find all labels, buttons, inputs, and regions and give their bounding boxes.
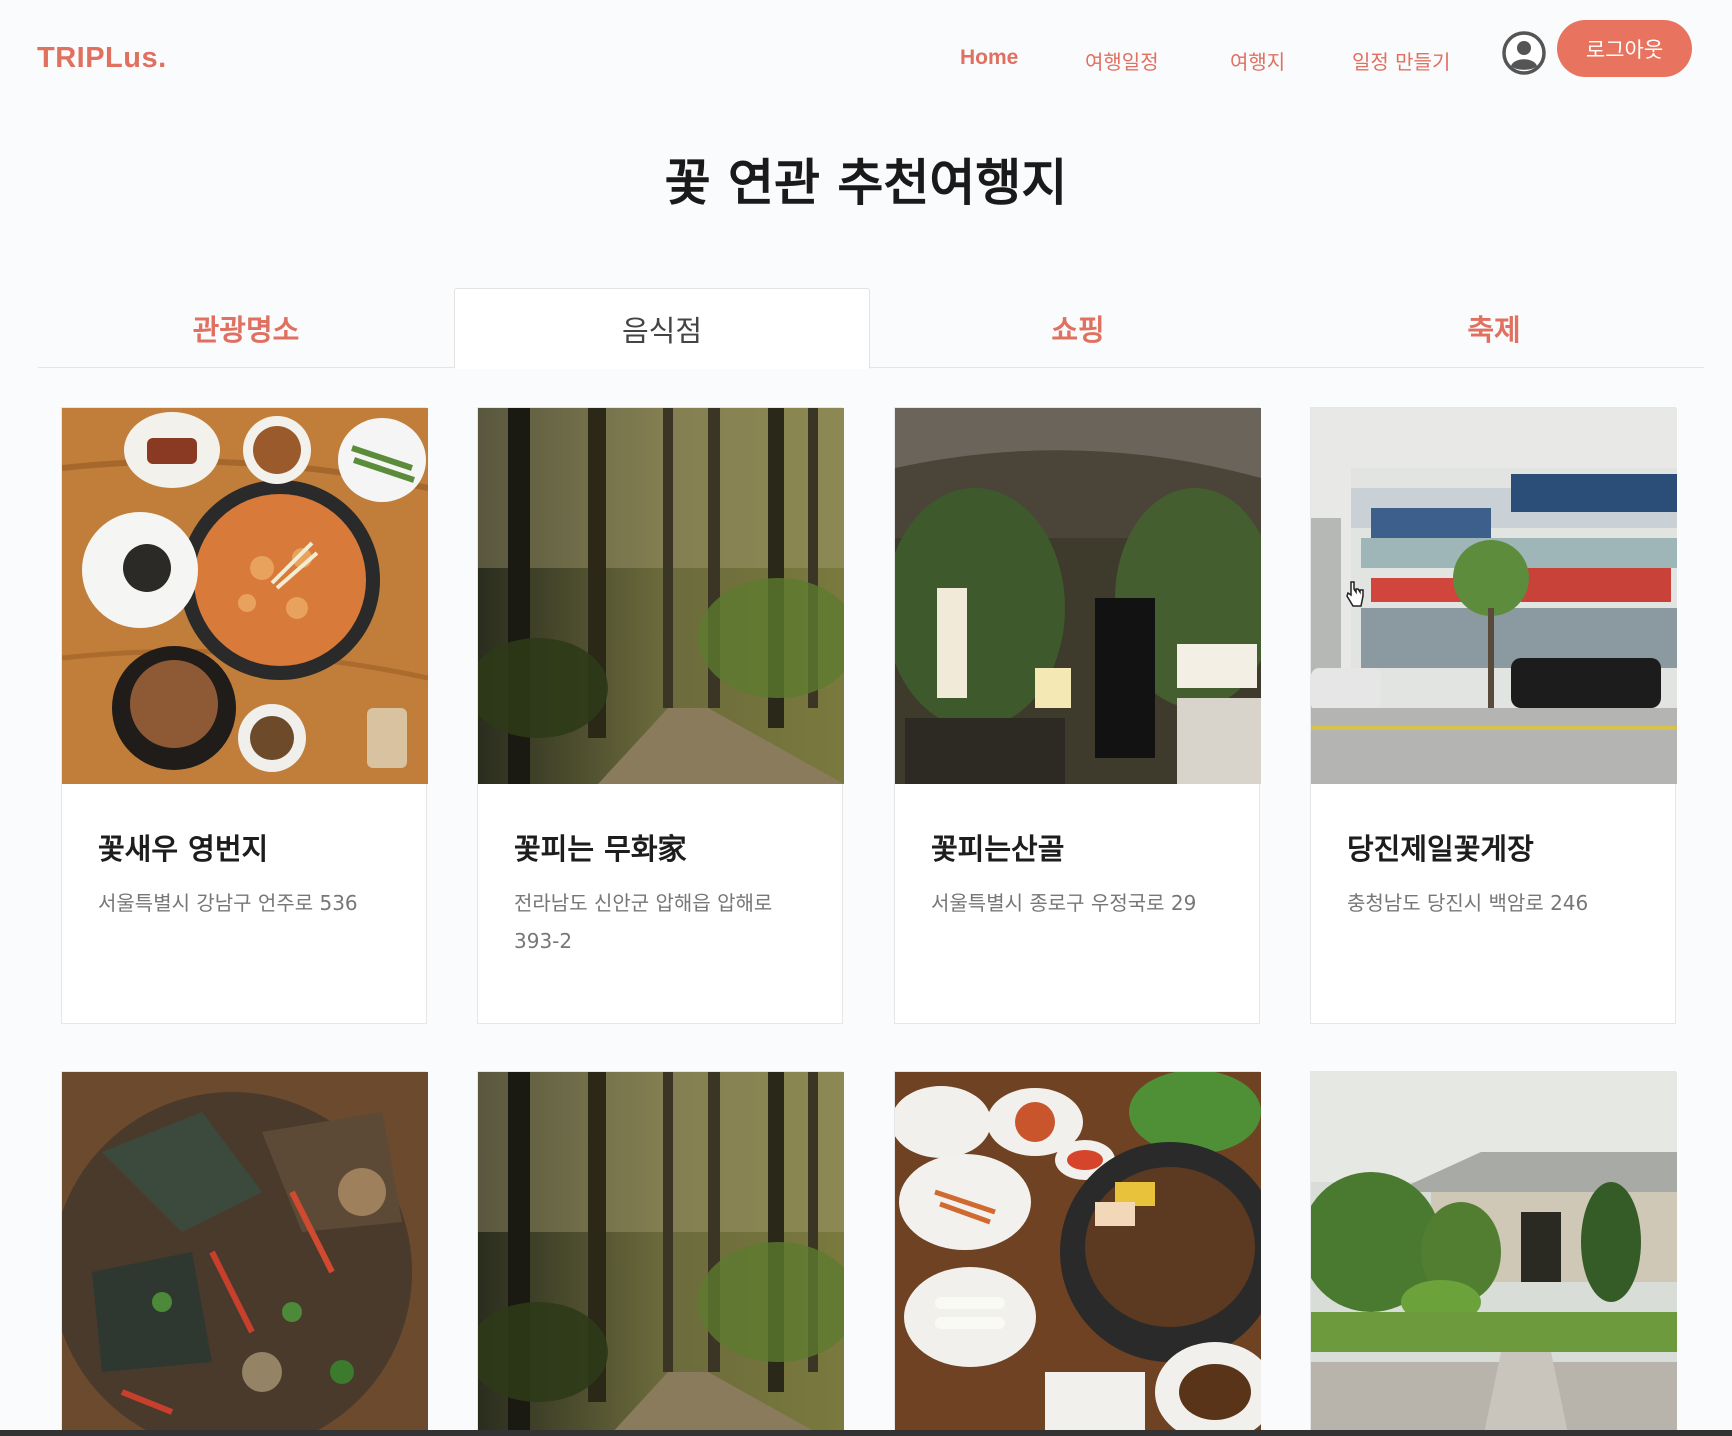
- forest-image: [478, 408, 844, 784]
- page-bottom-edge: [0, 1430, 1732, 1436]
- tab-restaurants[interactable]: 음식점: [454, 288, 870, 369]
- mouse-cursor-icon: [1345, 580, 1365, 608]
- place-address: 전라남도 신안군 압해읍 압해로 393-2: [514, 891, 773, 953]
- nav-link-destinations[interactable]: 여행지: [1230, 46, 1285, 75]
- place-name: 꽃피는 무화家: [514, 832, 687, 866]
- place-card[interactable]: [894, 1071, 1261, 1436]
- tab-attractions[interactable]: 관광명소: [38, 288, 454, 368]
- place-card[interactable]: [1310, 1071, 1677, 1436]
- place-address: 서울특별시 종로구 우정국로 29: [931, 891, 1197, 915]
- navbar: TRIPLus. Home 여행일정 여행지 일정 만들기 로그아웃: [0, 0, 1732, 110]
- korean-bbq-image: [895, 1072, 1261, 1436]
- nav-link-create-plan[interactable]: 일정 만들기: [1352, 46, 1450, 75]
- traditional-house-image: [1311, 1072, 1677, 1436]
- place-card[interactable]: 당진제일꽃게장 충청남도 당진시 백암로 246: [1310, 407, 1677, 1024]
- place-card[interactable]: 꽃피는산골 서울특별시 종로구 우정국로 29: [894, 407, 1261, 1024]
- tab-festivals[interactable]: 축제: [1286, 288, 1702, 368]
- page-title: 꽃 연관 추천여행지: [664, 154, 1068, 212]
- place-name: 꽃새우 영번지: [98, 832, 269, 866]
- place-card[interactable]: [61, 1071, 428, 1436]
- logout-button[interactable]: 로그아웃: [1557, 20, 1692, 77]
- category-tabs: 관광명소 음식점 쇼핑 축제: [38, 288, 1704, 369]
- place-card[interactable]: 꽃새우 영번지 서울특별시 강남구 언주로 536: [61, 407, 428, 1024]
- nav-link-home[interactable]: Home: [960, 46, 1018, 70]
- place-card[interactable]: [477, 1071, 844, 1436]
- place-address: 충청남도 당진시 백암로 246: [1347, 891, 1589, 915]
- nav-link-itinerary[interactable]: 여행일정: [1085, 46, 1159, 75]
- forest-image: [478, 1072, 844, 1436]
- place-card[interactable]: 꽃피는 무화家 전라남도 신안군 압해읍 압해로 393-2: [477, 407, 844, 1024]
- tab-shopping[interactable]: 쇼핑: [870, 288, 1286, 368]
- restaurant-entrance-image: [895, 408, 1261, 784]
- user-avatar-icon[interactable]: [1502, 31, 1546, 75]
- building-street-image: [1311, 408, 1677, 784]
- place-name: 꽃피는산골: [931, 832, 1065, 866]
- place-name: 당진제일꽃게장: [1347, 832, 1534, 866]
- place-address: 서울특별시 강남구 언주로 536: [98, 891, 358, 915]
- logo[interactable]: TRIPLus.: [37, 42, 167, 75]
- food-hotpot-image: [62, 408, 428, 784]
- crab-dish-image: [62, 1072, 428, 1436]
